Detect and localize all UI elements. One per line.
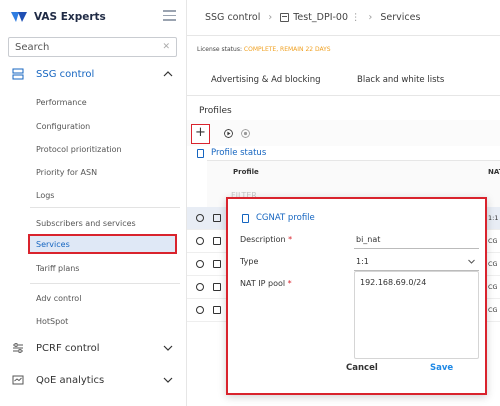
edit-icon[interactable] — [213, 306, 221, 314]
license-value: COMPLETE, REMAIN 22 DAYS — [243, 46, 331, 53]
sidebar-item-hotspot[interactable]: HotSpot — [36, 317, 68, 326]
chart-icon — [12, 375, 24, 385]
description-label: Description * — [240, 235, 292, 244]
sidebar: VAS Experts Search ✕ SSG control Perform… — [0, 0, 187, 406]
breadcrumb-page: Services — [380, 12, 421, 23]
document-icon — [197, 148, 204, 158]
server-icon — [12, 68, 24, 80]
breadcrumb: SSG control › Test_DPI-00 ⋮ › Services — [187, 0, 500, 36]
column-header-profile[interactable]: Profile — [233, 168, 259, 176]
sidebar-item-services[interactable]: Services — [28, 234, 177, 254]
sidebar-divider — [30, 207, 180, 208]
device-icon — [280, 13, 290, 22]
breadcrumb-separator-icon: › — [268, 12, 273, 23]
required-mark: * — [288, 235, 293, 244]
more-vertical-icon[interactable]: ⋮ — [351, 12, 361, 23]
section-title: Profiles — [199, 106, 232, 116]
clear-icon[interactable]: ✕ — [162, 42, 170, 52]
chevron-down-icon — [468, 259, 475, 264]
add-profile-button[interactable]: + — [191, 124, 210, 144]
nav-pcrf-label: PCRF control — [36, 342, 100, 354]
cgnat-profile-dialog: CGNAT profile Description * bi_nat Type … — [226, 197, 487, 395]
dialog-title-text: CGNAT profile — [256, 213, 315, 223]
search-placeholder: Search — [15, 41, 50, 53]
breadcrumb-root[interactable]: SSG control — [205, 12, 260, 23]
brand-logo[interactable]: VAS Experts — [10, 8, 106, 26]
dialog-title: CGNAT profile — [242, 213, 315, 223]
edit-icon[interactable] — [213, 237, 221, 245]
document-icon — [242, 213, 249, 223]
play-icon[interactable] — [196, 283, 204, 291]
description-field[interactable]: bi_nat — [354, 231, 479, 249]
nat-cell: CG — [488, 283, 498, 291]
breadcrumb-separator-icon: › — [368, 12, 373, 23]
edit-icon[interactable] — [213, 214, 221, 222]
sidebar-item-subscribers-services[interactable]: Subscribers and services — [36, 219, 136, 228]
required-mark: * — [287, 279, 292, 288]
nat-ip-pool-label: NAT IP pool * — [240, 279, 292, 288]
vas-logo-icon — [11, 12, 27, 22]
nat-cell: CG — [488, 237, 498, 245]
nat-ip-pool-field[interactable]: 192.168.69.0/24 — [354, 271, 479, 359]
column-header-nat[interactable]: NAT — [488, 168, 500, 176]
sidebar-item-tariff-plans[interactable]: Tariff plans — [36, 264, 79, 273]
table-toolbar: + — [187, 120, 500, 146]
play-icon[interactable] — [224, 129, 233, 138]
play-icon[interactable] — [196, 214, 204, 222]
edit-icon[interactable] — [213, 260, 221, 268]
save-button[interactable]: Save — [430, 363, 453, 373]
sidebar-item-logs[interactable]: Logs — [36, 191, 54, 200]
breadcrumb-device[interactable]: Test_DPI-00 — [293, 12, 348, 23]
nat-cell: 1:1 — [488, 214, 499, 222]
profile-status-label: Profile status — [211, 148, 267, 158]
nav-ssg-label: SSG control — [36, 68, 95, 80]
description-label-text: Description — [240, 235, 286, 244]
profile-status-link[interactable]: Profile status — [197, 148, 266, 158]
sidebar-item-adv-control[interactable]: Adv control — [36, 294, 81, 303]
tab-black-white-lists[interactable]: Black and white lists — [357, 75, 444, 85]
license-status: License status: COMPLETE, REMAIN 22 DAYS — [197, 46, 331, 53]
stop-icon[interactable] — [241, 129, 250, 138]
nat-cell: CG — [488, 306, 498, 314]
cancel-button[interactable]: Cancel — [346, 363, 378, 373]
brand-name: VAS Experts — [34, 11, 106, 23]
license-label: License status: — [197, 46, 242, 53]
sidebar-item-protocol-prioritization[interactable]: Protocol prioritization — [36, 145, 122, 154]
stop-icon[interactable] — [196, 306, 204, 314]
nat-cell: CG — [488, 260, 498, 268]
sidebar-item-performance[interactable]: Performance — [36, 98, 87, 107]
type-label: Type — [240, 257, 259, 266]
nav-qoe-label: QoE analytics — [36, 374, 105, 386]
sidebar-divider — [30, 283, 180, 284]
nav-ssg-control[interactable]: SSG control — [0, 64, 187, 84]
chevron-down-icon — [163, 377, 173, 383]
sliders-icon — [13, 343, 23, 353]
nav-qoe-analytics[interactable]: QoE analytics — [0, 370, 187, 390]
sidebar-item-priority-asn[interactable]: Priority for ASN — [36, 168, 97, 177]
play-icon[interactable] — [196, 260, 204, 268]
nat-ip-pool-label-text: NAT IP pool — [240, 279, 286, 288]
nav-pcrf-control[interactable]: PCRF control — [0, 338, 187, 358]
type-select[interactable]: 1:1 — [354, 253, 479, 271]
stop-icon[interactable] — [196, 237, 204, 245]
chevron-up-icon — [163, 71, 173, 77]
tab-advertising[interactable]: Advertising & Ad blocking — [211, 75, 321, 85]
sidebar-item-configuration[interactable]: Configuration — [36, 122, 90, 131]
type-value: 1:1 — [356, 257, 369, 266]
chevron-down-icon — [163, 345, 173, 351]
search-input[interactable]: Search ✕ — [8, 37, 177, 57]
menu-toggle-icon[interactable] — [163, 10, 176, 21]
edit-icon[interactable] — [213, 283, 221, 291]
tabs: Advertising & Ad blocking Black and whit… — [187, 60, 500, 96]
